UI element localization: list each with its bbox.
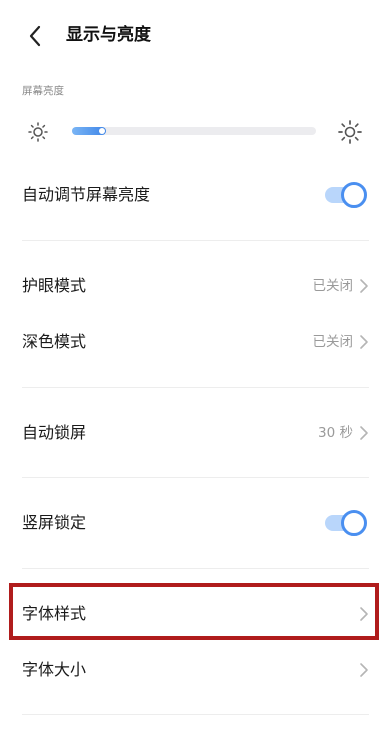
portrait-lock-toggle[interactable] <box>325 510 369 536</box>
chevron-right-icon <box>359 425 369 441</box>
font-size-row[interactable]: 字体大小 <box>0 643 391 697</box>
brightness-low-icon <box>28 122 48 142</box>
dark-mode-label: 深色模式 <box>22 332 87 351</box>
back-button[interactable] <box>22 20 50 52</box>
divider <box>22 714 369 715</box>
portrait-lock-label: 竖屏锁定 <box>22 513 87 532</box>
eye-protection-value: 已关闭 <box>312 278 354 294</box>
chevron-left-icon <box>29 25 41 47</box>
divider <box>22 568 369 569</box>
chevron-right-icon <box>359 278 369 294</box>
chevron-right-icon <box>359 662 369 678</box>
page-title: 显示与亮度 <box>66 25 151 45</box>
auto-lock-row[interactable]: 自动锁屏 30 秒 <box>0 406 391 460</box>
highlight-frame <box>9 583 379 640</box>
brightness-slider[interactable] <box>72 127 316 135</box>
chevron-right-icon <box>359 334 369 350</box>
toggle-knob <box>341 182 367 208</box>
auto-brightness-toggle[interactable] <box>325 182 369 208</box>
toggle-knob <box>341 510 367 536</box>
divider <box>22 477 369 478</box>
header-bar: 显示与亮度 <box>0 0 391 70</box>
eye-protection-label: 护眼模式 <box>22 276 87 295</box>
eye-protection-row[interactable]: 护眼模式 已关闭 <box>0 259 391 313</box>
auto-brightness-row[interactable]: 自动调节屏幕亮度 <box>0 168 391 222</box>
font-size-label: 字体大小 <box>22 660 87 679</box>
divider <box>22 240 369 241</box>
brightness-slider-knob[interactable] <box>99 128 105 134</box>
brightness-section-label: 屏幕亮度 <box>22 85 64 97</box>
auto-lock-label: 自动锁屏 <box>22 423 87 442</box>
auto-lock-value: 30 秒 <box>318 425 353 441</box>
divider <box>22 387 369 388</box>
dark-mode-row[interactable]: 深色模式 已关闭 <box>0 315 391 369</box>
brightness-slider-row <box>0 114 391 150</box>
brightness-high-icon <box>338 120 362 144</box>
auto-brightness-label: 自动调节屏幕亮度 <box>22 185 151 204</box>
portrait-lock-row[interactable]: 竖屏锁定 <box>0 496 391 550</box>
dark-mode-value: 已关闭 <box>312 334 354 350</box>
